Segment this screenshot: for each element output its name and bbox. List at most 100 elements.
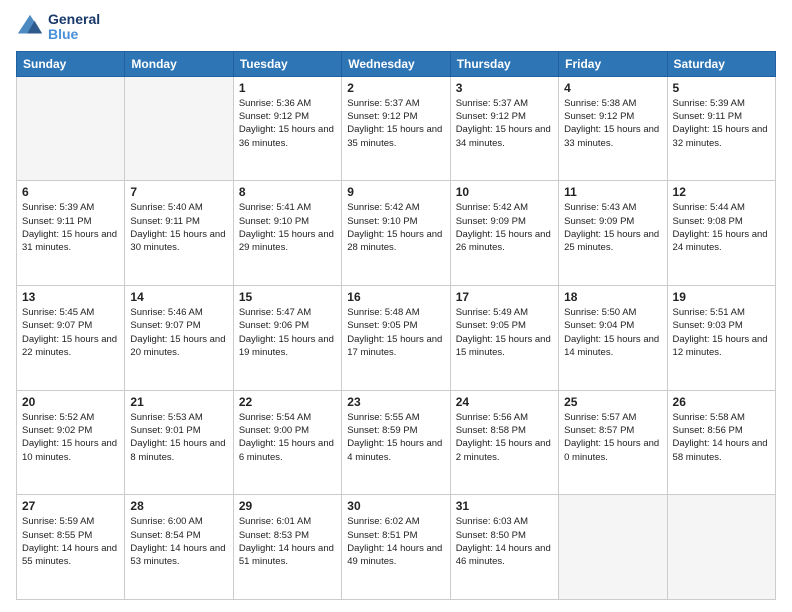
calendar-cell: 7 Sunrise: 5:40 AMSunset: 9:11 PMDaylight… — [125, 181, 233, 286]
calendar-week-row: 1 Sunrise: 5:36 AMSunset: 9:12 PMDaylight… — [17, 76, 776, 181]
day-number: 1 — [239, 81, 336, 95]
calendar-cell: 24 Sunrise: 5:56 AMSunset: 8:58 PMDayligh… — [450, 390, 558, 495]
calendar-week-row: 20 Sunrise: 5:52 AMSunset: 9:02 PMDayligh… — [17, 390, 776, 495]
day-number: 4 — [564, 81, 661, 95]
calendar-cell: 23 Sunrise: 5:55 AMSunset: 8:59 PMDayligh… — [342, 390, 450, 495]
day-info: Sunrise: 6:01 AMSunset: 8:53 PMDaylight:… — [239, 515, 336, 568]
day-number: 21 — [130, 395, 227, 409]
calendar-cell: 20 Sunrise: 5:52 AMSunset: 9:02 PMDayligh… — [17, 390, 125, 495]
day-info: Sunrise: 5:58 AMSunset: 8:56 PMDaylight:… — [673, 411, 770, 464]
day-number: 16 — [347, 290, 444, 304]
calendar-cell: 4 Sunrise: 5:38 AMSunset: 9:12 PMDaylight… — [559, 76, 667, 181]
calendar-cell: 22 Sunrise: 5:54 AMSunset: 9:00 PMDayligh… — [233, 390, 341, 495]
day-number: 27 — [22, 499, 119, 513]
weekday-header: Thursday — [450, 51, 558, 76]
calendar-cell: 19 Sunrise: 5:51 AMSunset: 9:03 PMDayligh… — [667, 286, 775, 391]
calendar-cell: 16Sunrise: 5:48 AMSunset: 9:05 PMDayligh… — [342, 286, 450, 391]
calendar-cell: 27 Sunrise: 5:59 AMSunset: 8:55 PMDayligh… — [17, 495, 125, 600]
calendar: SundayMondayTuesdayWednesdayThursdayFrid… — [16, 51, 776, 600]
day-info: Sunrise: 5:51 AMSunset: 9:03 PMDaylight:… — [673, 306, 770, 359]
day-number: 25 — [564, 395, 661, 409]
day-info: Sunrise: 6:00 AMSunset: 8:54 PMDaylight:… — [130, 515, 227, 568]
calendar-cell: 18 Sunrise: 5:50 AMSunset: 9:04 PMDayligh… — [559, 286, 667, 391]
calendar-cell: 3Sunrise: 5:37 AMSunset: 9:12 PMDaylight… — [450, 76, 558, 181]
calendar-cell: 11 Sunrise: 5:43 AMSunset: 9:09 PMDayligh… — [559, 181, 667, 286]
calendar-cell: 6Sunrise: 5:39 AMSunset: 9:11 PMDaylight… — [17, 181, 125, 286]
day-number: 19 — [673, 290, 770, 304]
day-info: Sunrise: 5:40 AMSunset: 9:11 PMDaylight:… — [130, 201, 227, 254]
day-number: 22 — [239, 395, 336, 409]
logo-icon — [16, 13, 44, 41]
page: General Blue SundayMondayTuesdayWednesda… — [0, 0, 792, 612]
weekday-header: Friday — [559, 51, 667, 76]
calendar-cell: 26 Sunrise: 5:58 AMSunset: 8:56 PMDayligh… — [667, 390, 775, 495]
calendar-cell: 9 Sunrise: 5:42 AMSunset: 9:10 PMDaylight… — [342, 181, 450, 286]
day-number: 17 — [456, 290, 553, 304]
day-number: 8 — [239, 185, 336, 199]
day-info: Sunrise: 5:39 AMSunset: 9:11 PMDaylight:… — [673, 97, 770, 150]
calendar-header-row: SundayMondayTuesdayWednesdayThursdayFrid… — [17, 51, 776, 76]
weekday-header: Tuesday — [233, 51, 341, 76]
calendar-cell: 30 Sunrise: 6:02 AMSunset: 8:51 PMDayligh… — [342, 495, 450, 600]
day-number: 7 — [130, 185, 227, 199]
day-info: Sunrise: 5:43 AMSunset: 9:09 PMDaylight:… — [564, 201, 661, 254]
day-number: 9 — [347, 185, 444, 199]
calendar-cell: 29 Sunrise: 6:01 AMSunset: 8:53 PMDayligh… — [233, 495, 341, 600]
day-info: Sunrise: 5:45 AMSunset: 9:07 PMDaylight:… — [22, 306, 119, 359]
calendar-week-row: 6Sunrise: 5:39 AMSunset: 9:11 PMDaylight… — [17, 181, 776, 286]
calendar-cell — [559, 495, 667, 600]
calendar-week-row: 27 Sunrise: 5:59 AMSunset: 8:55 PMDayligh… — [17, 495, 776, 600]
calendar-cell: 21 Sunrise: 5:53 AMSunset: 9:01 PMDayligh… — [125, 390, 233, 495]
calendar-cell: 15Sunrise: 5:47 AMSunset: 9:06 PMDayligh… — [233, 286, 341, 391]
day-info: Sunrise: 5:36 AMSunset: 9:12 PMDaylight:… — [239, 97, 336, 150]
day-info: Sunrise: 5:56 AMSunset: 8:58 PMDaylight:… — [456, 411, 553, 464]
header: General Blue — [16, 12, 776, 43]
day-number: 11 — [564, 185, 661, 199]
day-info: Sunrise: 5:46 AMSunset: 9:07 PMDaylight:… — [130, 306, 227, 359]
day-info: Sunrise: 5:41 AMSunset: 9:10 PMDaylight:… — [239, 201, 336, 254]
day-number: 30 — [347, 499, 444, 513]
weekday-header: Saturday — [667, 51, 775, 76]
day-number: 2 — [347, 81, 444, 95]
day-info: Sunrise: 5:52 AMSunset: 9:02 PMDaylight:… — [22, 411, 119, 464]
calendar-cell: 25 Sunrise: 5:57 AMSunset: 8:57 PMDayligh… — [559, 390, 667, 495]
weekday-header: Wednesday — [342, 51, 450, 76]
day-info: Sunrise: 5:39 AMSunset: 9:11 PMDaylight:… — [22, 201, 119, 254]
day-info: Sunrise: 5:42 AMSunset: 9:09 PMDaylight:… — [456, 201, 553, 254]
day-info: Sunrise: 5:49 AMSunset: 9:05 PMDaylight:… — [456, 306, 553, 359]
day-number: 31 — [456, 499, 553, 513]
logo: General Blue — [16, 12, 100, 43]
day-info: Sunrise: 6:02 AMSunset: 8:51 PMDaylight:… — [347, 515, 444, 568]
calendar-cell: 2Sunrise: 5:37 AMSunset: 9:12 PMDaylight… — [342, 76, 450, 181]
calendar-cell: 5Sunrise: 5:39 AMSunset: 9:11 PMDaylight… — [667, 76, 775, 181]
day-info: Sunrise: 5:42 AMSunset: 9:10 PMDaylight:… — [347, 201, 444, 254]
calendar-cell — [125, 76, 233, 181]
day-number: 28 — [130, 499, 227, 513]
day-number: 20 — [22, 395, 119, 409]
day-info: Sunrise: 5:38 AMSunset: 9:12 PMDaylight:… — [564, 97, 661, 150]
day-number: 29 — [239, 499, 336, 513]
day-info: Sunrise: 5:54 AMSunset: 9:00 PMDaylight:… — [239, 411, 336, 464]
day-number: 12 — [673, 185, 770, 199]
day-number: 18 — [564, 290, 661, 304]
day-info: Sunrise: 5:57 AMSunset: 8:57 PMDaylight:… — [564, 411, 661, 464]
day-number: 14 — [130, 290, 227, 304]
day-info: Sunrise: 6:03 AMSunset: 8:50 PMDaylight:… — [456, 515, 553, 568]
calendar-cell: 12 Sunrise: 5:44 AMSunset: 9:08 PMDayligh… — [667, 181, 775, 286]
calendar-week-row: 13Sunrise: 5:45 AMSunset: 9:07 PMDayligh… — [17, 286, 776, 391]
calendar-cell: 10Sunrise: 5:42 AMSunset: 9:09 PMDayligh… — [450, 181, 558, 286]
day-info: Sunrise: 5:53 AMSunset: 9:01 PMDaylight:… — [130, 411, 227, 464]
day-info: Sunrise: 5:50 AMSunset: 9:04 PMDaylight:… — [564, 306, 661, 359]
day-info: Sunrise: 5:55 AMSunset: 8:59 PMDaylight:… — [347, 411, 444, 464]
day-number: 24 — [456, 395, 553, 409]
calendar-cell — [17, 76, 125, 181]
day-number: 23 — [347, 395, 444, 409]
day-info: Sunrise: 5:59 AMSunset: 8:55 PMDaylight:… — [22, 515, 119, 568]
calendar-cell: 13Sunrise: 5:45 AMSunset: 9:07 PMDayligh… — [17, 286, 125, 391]
calendar-cell: 28 Sunrise: 6:00 AMSunset: 8:54 PMDayligh… — [125, 495, 233, 600]
logo-text: General Blue — [48, 12, 100, 43]
day-number: 15 — [239, 290, 336, 304]
day-info: Sunrise: 5:44 AMSunset: 9:08 PMDaylight:… — [673, 201, 770, 254]
day-number: 3 — [456, 81, 553, 95]
day-number: 26 — [673, 395, 770, 409]
